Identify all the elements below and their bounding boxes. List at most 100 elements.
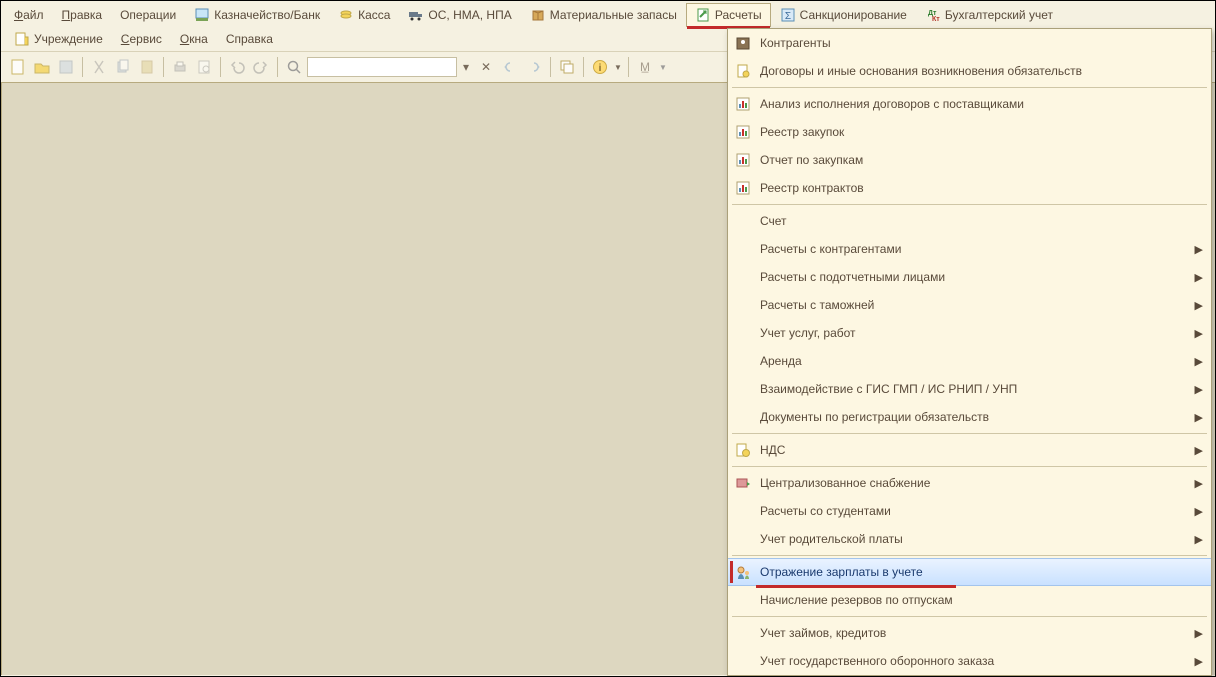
print-icon[interactable]: [169, 56, 191, 78]
link-back-icon[interactable]: [499, 56, 521, 78]
menu-item-учет-займов-кредитов[interactable]: Учет займов, кредитов▶: [728, 619, 1211, 647]
open-icon[interactable]: [31, 56, 53, 78]
menu-label: Бухгалтерский учет: [945, 8, 1053, 22]
menu-ос-нма-нпа[interactable]: ОС, НМА, НПА: [399, 3, 520, 27]
submenu-arrow-icon: ▶: [1195, 533, 1203, 546]
copy-icon[interactable]: [112, 56, 134, 78]
menu-item-label: Отчет по закупкам: [760, 153, 1203, 167]
menu-сервис[interactable]: Сервис: [112, 28, 171, 50]
menu-санкционирование[interactable]: Σ Санкционирование: [771, 3, 916, 27]
dtdt-icon: ДтКт: [925, 7, 941, 23]
dropdown-icon[interactable]: ▾: [459, 56, 473, 78]
menu-item-label: Расчеты с подотчетными лицами: [760, 270, 1187, 284]
salary-icon: [734, 563, 752, 581]
preview-icon[interactable]: [193, 56, 215, 78]
menu-item-счет[interactable]: Счет: [728, 207, 1211, 235]
menu-item-реестр-контрактов[interactable]: Реестр контрактов: [728, 174, 1211, 202]
menu-separator: [732, 433, 1207, 434]
menu-item-расчеты-с-контрагентами[interactable]: Расчеты с контрагентами▶: [728, 235, 1211, 263]
doc-icon: [734, 62, 752, 80]
menu-item-учет-родительской-платы[interactable]: Учет родительской платы ▶: [728, 525, 1211, 553]
menu-item-расчеты-с-подотчетными-лицами[interactable]: Расчеты с подотчетными лицами▶: [728, 263, 1211, 291]
menu-item-label: Аренда: [760, 354, 1187, 368]
menu-item-аренда[interactable]: Аренда▶: [728, 347, 1211, 375]
menu-item-label: Счет: [760, 214, 1203, 228]
blank-icon: [734, 324, 752, 342]
m-dropdown-icon[interactable]: ▼: [658, 56, 668, 78]
blank-icon: [734, 296, 752, 314]
menu-казначейство-банк[interactable]: Казначейство/Банк: [185, 3, 329, 27]
toolbar-separator: [82, 57, 83, 77]
menu-item-label: Отражение зарплаты в учете: [760, 565, 1203, 579]
red-marker-icon: [730, 561, 733, 583]
blank-icon: [734, 624, 752, 642]
menu-справка[interactable]: Справка: [217, 28, 282, 50]
link-forward-icon[interactable]: [523, 56, 545, 78]
menu-item-договоры-и-иные-основания-возникновения-[interactable]: Договоры и иные основания возникновения …: [728, 57, 1211, 85]
toolbar-separator: [628, 57, 629, 77]
menu-item-label: Учет родительской платы: [760, 532, 1187, 546]
menu-item-анализ-исполнения-договоров-с-поставщика[interactable]: Анализ исполнения договоров с поставщика…: [728, 90, 1211, 118]
search-input[interactable]: [307, 57, 457, 77]
new-icon[interactable]: [7, 56, 29, 78]
menu-бухгалтерский-учет[interactable]: ДтКт Бухгалтерский учет: [916, 3, 1062, 27]
save-icon[interactable]: [55, 56, 77, 78]
redo-icon[interactable]: [250, 56, 272, 78]
submenu-arrow-icon: ▶: [1195, 655, 1203, 668]
m-icon[interactable]: M̲: [634, 56, 656, 78]
cut-icon[interactable]: [88, 56, 110, 78]
menu-item-начисление-резервов-по-отпускам[interactable]: Начисление резервов по отпускам: [728, 586, 1211, 614]
paste-icon[interactable]: [136, 56, 158, 78]
menu-item-отчет-по-закупкам[interactable]: Отчет по закупкам: [728, 146, 1211, 174]
menu-label: ОС, НМА, НПА: [428, 8, 511, 22]
menu-item-ндс[interactable]: НДС▶: [728, 436, 1211, 464]
submenu-arrow-icon: ▶: [1195, 411, 1203, 424]
menu-label: Санкционирование: [800, 8, 907, 22]
menu-операции[interactable]: Операции: [111, 4, 185, 26]
submenu-arrow-icon: ▶: [1195, 327, 1203, 340]
svg-text:Σ: Σ: [785, 11, 791, 22]
menu-item-label: Учет услуг, работ: [760, 326, 1187, 340]
menu-separator: [732, 466, 1207, 467]
windows-icon[interactable]: [556, 56, 578, 78]
menu-separator: [732, 87, 1207, 88]
bank-icon: [194, 7, 210, 23]
menu-item-label: Начисление резервов по отпускам: [760, 593, 1203, 607]
menu-label: Материальные запасы: [550, 8, 677, 22]
menu-правка[interactable]: Правка: [53, 4, 112, 26]
clear-search-icon[interactable]: ✕: [475, 56, 497, 78]
menu-item-учет-услуг-работ[interactable]: Учет услуг, работ ▶: [728, 319, 1211, 347]
menu-материальные-запасы[interactable]: Материальные запасы: [521, 3, 686, 27]
menu-item-учет-государственного-оборонного-заказа[interactable]: Учет государственного оборонного заказа ▶: [728, 647, 1211, 675]
menu-item-расчеты-с-таможней[interactable]: Расчеты с таможней▶: [728, 291, 1211, 319]
menu-учреждение[interactable]: Учреждение: [5, 27, 112, 51]
menu-файл[interactable]: Файл: [5, 4, 53, 26]
menu-item-отражение-зарплаты-в-учете[interactable]: Отражение зарплаты в учете: [728, 558, 1211, 586]
menu-item-документы-по-регистрации-обязательств[interactable]: Документы по регистрации обязательств▶: [728, 403, 1211, 431]
menu-окна[interactable]: Окна: [171, 28, 217, 50]
menu-расчеты[interactable]: Расчеты: [686, 3, 771, 27]
menu-item-label: Учет государственного оборонного заказа: [760, 654, 1187, 668]
blank-icon: [734, 212, 752, 230]
menu-item-контрагенты[interactable]: Контрагенты: [728, 29, 1211, 57]
toolbar-separator: [163, 57, 164, 77]
info-dropdown-icon[interactable]: ▼: [613, 56, 623, 78]
toolbar-separator: [583, 57, 584, 77]
undo-icon[interactable]: [226, 56, 248, 78]
menu-касса[interactable]: Касса: [329, 3, 399, 27]
menu-item-label: Контрагенты: [760, 36, 1203, 50]
nds-icon: [734, 441, 752, 459]
menu-item-label: Взаимодействие с ГИС ГМП / ИС РНИП / УНП: [760, 382, 1187, 396]
zoom-icon[interactable]: [283, 56, 305, 78]
menu-item-централизованное-снабжение[interactable]: Централизованное снабжение▶: [728, 469, 1211, 497]
svg-text:Кт: Кт: [932, 16, 940, 23]
menu-item-расчеты-со-студентами[interactable]: Расчеты со студентами▶: [728, 497, 1211, 525]
menu-label: Касса: [358, 8, 390, 22]
menu-item-реестр-закупок[interactable]: Реестр закупок: [728, 118, 1211, 146]
info-icon[interactable]: i: [589, 56, 611, 78]
menu-label: Казначейство/Банк: [214, 8, 320, 22]
menu-item-взаимодействие-с-гис-гмп-ис-рнип-унп[interactable]: Взаимодействие с ГИС ГМП / ИС РНИП / УНП…: [728, 375, 1211, 403]
supply-icon: [734, 474, 752, 492]
box-icon: [530, 7, 546, 23]
blank-icon: [734, 408, 752, 426]
